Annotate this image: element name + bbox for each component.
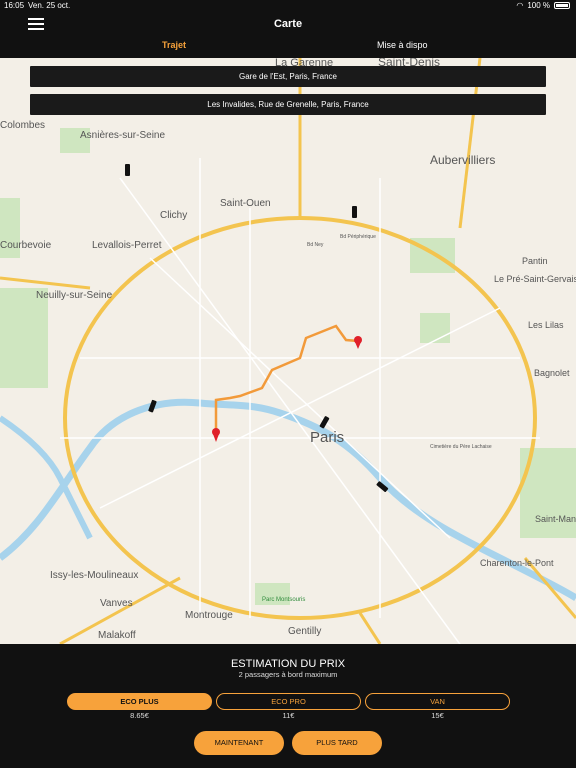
status-right: ◠ 100 % <box>516 1 570 10</box>
option-eco-pro-button[interactable]: ECO PRO <box>216 693 361 710</box>
map-label-montrouge: Montrouge <box>185 610 233 621</box>
destination-field[interactable]: Les Invalides, Rue de Grenelle, Paris, F… <box>30 94 546 115</box>
map-label-colombes: Colombes <box>0 120 45 131</box>
price-eco-pro: 11€ <box>282 711 295 720</box>
map-label-saint-mande: Saint-Mandé <box>535 514 576 524</box>
map-label-charenton: Charenton-le-Pont <box>480 558 554 568</box>
estimate-title: ESTIMATION DU PRIX <box>230 658 346 670</box>
nav-bar: Carte Trajet Mise à dispo <box>0 12 576 58</box>
map-label-pantin: Pantin <box>522 256 548 266</box>
street <box>149 257 451 539</box>
book-now-button[interactable]: MAINTENANT <box>194 731 284 755</box>
map-label-gentilly: Gentilly <box>288 626 321 637</box>
highway <box>358 612 382 644</box>
status-bar: 16:05 Ven. 25 oct. ◠ 100 % <box>0 0 576 12</box>
map-label-asnieres: Asnières-sur-Seine <box>80 130 165 141</box>
map-label-bd-peripherique: Bd Périphérique <box>340 234 376 240</box>
wifi-icon: ◠ <box>516 1 524 10</box>
price-eco-plus: 8.65€ <box>130 711 149 720</box>
estimate-subtitle: 2 passagers à bord maximum <box>238 670 338 679</box>
status-date: Ven. 25 oct. <box>28 1 71 10</box>
map-label-levallois: Levallois-Perret <box>92 240 162 251</box>
map-label-city-paris: Paris <box>310 429 344 446</box>
page-title: Carte <box>273 18 303 30</box>
origin-pin-icon <box>212 428 220 442</box>
car-icon <box>352 206 357 218</box>
highway <box>0 276 91 290</box>
map-label-clichy: Clichy <box>160 210 187 221</box>
map-label-saint-ouen: Saint-Ouen <box>220 198 271 209</box>
map-label-aubervilliers: Aubervilliers <box>430 153 495 167</box>
map-label-les-lilas: Les Lilas <box>528 320 564 330</box>
battery-label: 100 % <box>527 1 550 10</box>
map-label-neuilly: Neuilly-sur-Seine <box>36 290 113 301</box>
map-label-parc-montsouris: Parc Montsouris <box>262 597 305 603</box>
tab-trajet[interactable]: Trajet <box>162 40 186 50</box>
map-label-bd-ney: Bd Ney <box>307 242 324 248</box>
car-icon <box>125 164 130 176</box>
origin-field[interactable]: Gare de l'Est, Paris, France <box>30 66 546 87</box>
map-label-pre-saint-gervais: Le Pré-Saint-Gervais <box>494 274 576 284</box>
map-label-malakoff: Malakoff <box>98 630 136 641</box>
map-label-issy: Issy-les-Moulineaux <box>50 570 138 581</box>
tab-mise-a-dispo[interactable]: Mise à dispo <box>377 40 428 50</box>
book-later-button[interactable]: PLUS TARD <box>292 731 382 755</box>
map-label-pere-lachaise: Cimetière du Père Lachaise <box>430 444 492 450</box>
price-van: 15€ <box>431 711 444 720</box>
option-eco-plus-button[interactable]: ECO PLUS <box>67 693 212 710</box>
map-label-courbevoie: Courbevoie <box>0 240 52 251</box>
street <box>99 307 501 509</box>
park-area <box>420 313 450 343</box>
map-canvas: La Garenne Saint-Denis Asnières-sur-Sein… <box>0 58 576 644</box>
price-estimate-panel: ESTIMATION DU PRIX 2 passagers à bord ma… <box>0 644 576 768</box>
option-van-button[interactable]: VAN <box>365 693 510 710</box>
map-label-bagnolet: Bagnolet <box>534 368 570 378</box>
destination-pin-icon <box>354 336 362 349</box>
battery-icon <box>554 2 570 9</box>
map-view[interactable]: La Garenne Saint-Denis Asnières-sur-Sein… <box>0 58 576 644</box>
map-label-vanves: Vanves <box>100 598 133 609</box>
status-time: 16:05 <box>4 1 25 10</box>
park-area <box>0 288 48 388</box>
